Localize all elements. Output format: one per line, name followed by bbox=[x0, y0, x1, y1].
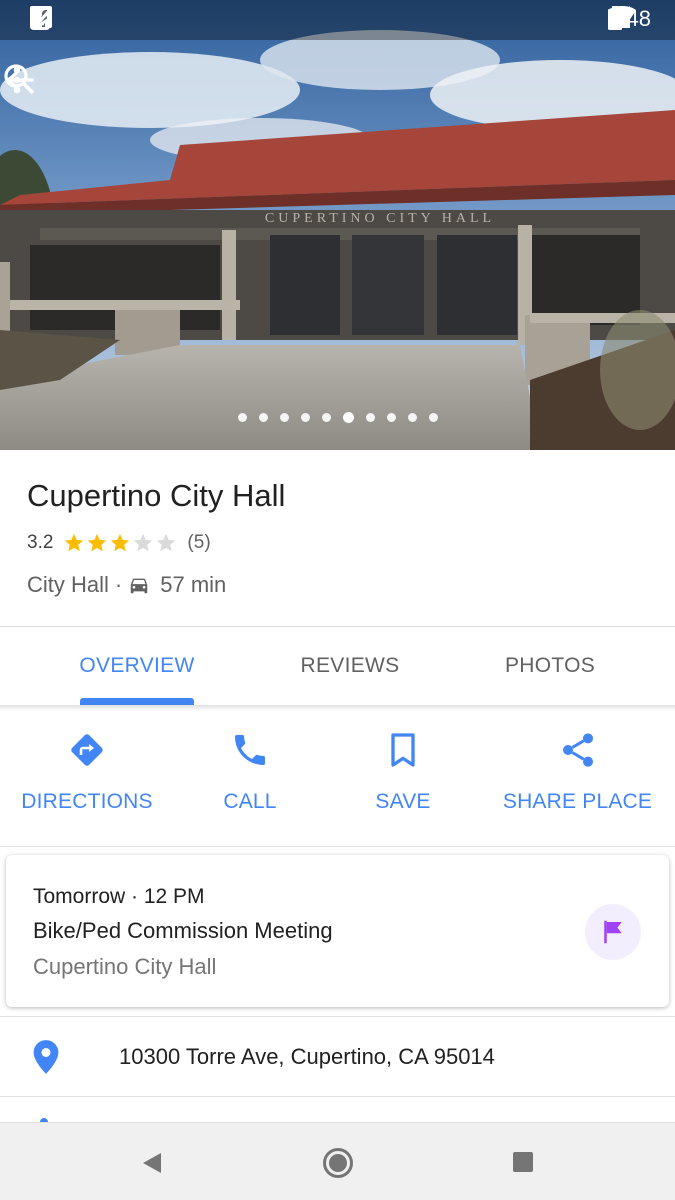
event-flag-badge bbox=[585, 904, 641, 960]
rating-value: 3.2 bbox=[27, 532, 54, 553]
tab-photos[interactable]: PHOTOS bbox=[475, 627, 625, 705]
directions-label: DIRECTIONS bbox=[21, 790, 153, 813]
tab-bar: OVERVIEW REVIEWS PHOTOS bbox=[0, 627, 675, 705]
star-empty-icon bbox=[157, 533, 176, 552]
tab-overview[interactable]: OVERVIEW bbox=[62, 627, 212, 705]
address-row[interactable]: 10300 Torre Ave, Cupertino, CA 95014 bbox=[0, 1017, 675, 1097]
rating-row[interactable]: 3.2 (5) bbox=[27, 532, 211, 554]
pagination-dot bbox=[386, 413, 396, 422]
separator: · bbox=[114, 572, 123, 597]
review-count: (5) bbox=[187, 532, 211, 553]
divider bbox=[0, 846, 675, 847]
pagination-dot bbox=[321, 413, 331, 422]
directions-button[interactable]: DIRECTIONS bbox=[21, 730, 153, 814]
pagination-dot bbox=[428, 413, 438, 422]
place-category: City Hall bbox=[27, 572, 109, 597]
divider bbox=[0, 1096, 675, 1097]
share-place-button[interactable]: SHARE PLACE bbox=[500, 730, 655, 814]
place-title: Cupertino City Hall bbox=[27, 478, 286, 513]
app-bar bbox=[0, 60, 675, 120]
nav-home-icon[interactable] bbox=[322, 1147, 354, 1179]
save-button[interactable]: SAVE bbox=[358, 730, 448, 814]
pagination-dot bbox=[279, 413, 289, 422]
drive-time: 57 min bbox=[160, 572, 227, 597]
more-options-icon[interactable] bbox=[0, 60, 34, 100]
call-button[interactable]: CALL bbox=[205, 730, 295, 814]
place-photo[interactable]: CUPERTINO CITY HALL bbox=[0, 0, 675, 450]
directions-icon bbox=[71, 734, 103, 766]
photo-pagination bbox=[0, 412, 675, 423]
address-text: 10300 Torre Ave, Cupertino, CA 95014 bbox=[119, 1044, 495, 1069]
rating-stars bbox=[63, 532, 177, 554]
event-title: Bike/Ped Commission Meeting bbox=[33, 918, 333, 943]
event-location: Cupertino City Hall bbox=[33, 954, 217, 979]
bookmark-icon bbox=[391, 733, 415, 767]
star-filled-icon bbox=[88, 533, 107, 552]
place-meta: City Hall · 57 min bbox=[27, 572, 226, 598]
battery-icon bbox=[608, 6, 623, 30]
event-time: Tomorrow · 12 PM bbox=[33, 885, 205, 908]
pagination-dot bbox=[407, 413, 417, 422]
status-bar: 9:48 bbox=[0, 0, 675, 40]
call-label: CALL bbox=[223, 790, 277, 813]
car-icon bbox=[130, 578, 148, 594]
phone-icon bbox=[235, 735, 265, 765]
nav-recent-apps-icon[interactable] bbox=[512, 1151, 534, 1173]
star-filled-icon bbox=[111, 533, 130, 552]
building-sign: CUPERTINO CITY HALL bbox=[265, 211, 495, 226]
pagination-dot bbox=[258, 413, 268, 422]
location-pin-icon bbox=[33, 1040, 59, 1074]
nav-back-icon[interactable] bbox=[141, 1151, 163, 1175]
pagination-dot-active bbox=[342, 412, 354, 423]
star-empty-icon bbox=[134, 533, 153, 552]
event-card[interactable]: Tomorrow · 12 PM Bike/Ped Commission Mee… bbox=[6, 855, 669, 1007]
share-icon bbox=[562, 733, 593, 767]
pagination-dot bbox=[300, 413, 310, 422]
check-icon bbox=[31, 8, 52, 30]
active-tab-indicator bbox=[80, 698, 194, 705]
star-filled-icon bbox=[65, 533, 84, 552]
share-place-label: SHARE PLACE bbox=[502, 790, 653, 813]
save-label: SAVE bbox=[375, 790, 431, 813]
system-nav-bar bbox=[0, 1122, 675, 1200]
pagination-dot bbox=[365, 413, 375, 422]
flag-icon bbox=[604, 920, 622, 944]
tab-reviews[interactable]: REVIEWS bbox=[275, 627, 425, 705]
tab-bar-shadow bbox=[0, 705, 675, 711]
pagination-dot bbox=[237, 413, 247, 422]
